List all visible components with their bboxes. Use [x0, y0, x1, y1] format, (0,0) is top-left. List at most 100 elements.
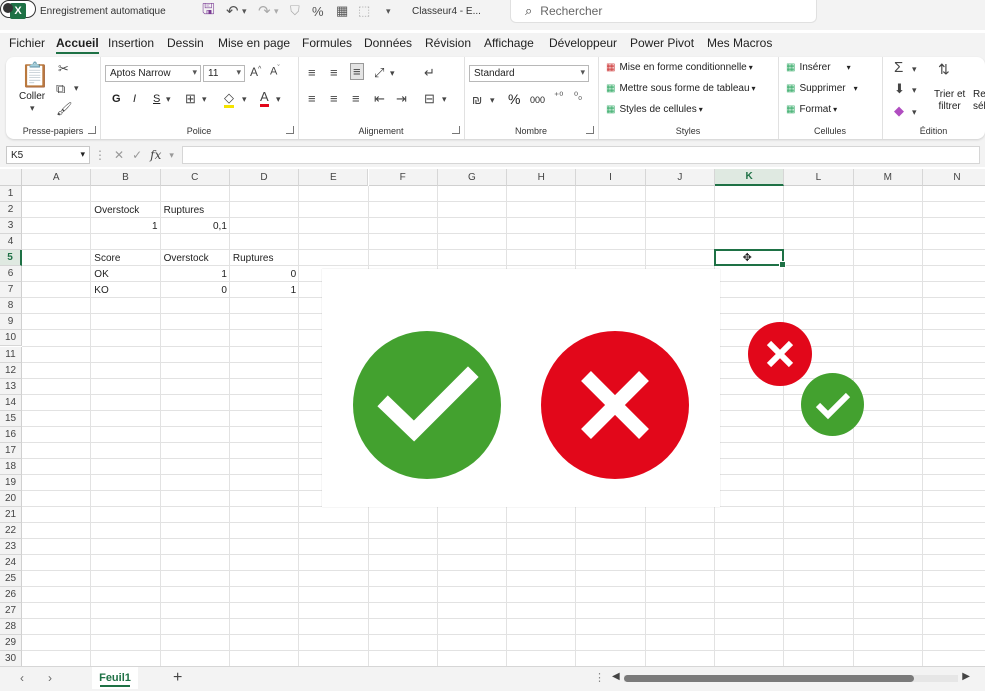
row-header-16[interactable]: 16 — [0, 426, 22, 443]
accounting-format-icon[interactable]: ₪ — [472, 93, 482, 107]
tab-power-pivot[interactable]: Power Pivot — [630, 36, 694, 50]
column-header-i[interactable]: I — [576, 169, 646, 186]
orientation-dropdown-icon[interactable]: ▾ — [390, 68, 395, 79]
underline-dropdown-icon[interactable]: ▾ — [166, 94, 171, 105]
scroll-thumb[interactable] — [624, 675, 914, 682]
align-left-icon[interactable]: ≡ — [308, 91, 316, 106]
fill-handle[interactable] — [779, 261, 787, 269]
percent-button[interactable]: % — [508, 91, 520, 107]
row-header-12[interactable]: 12 — [0, 362, 22, 379]
tab-revision[interactable]: Révision — [425, 36, 471, 50]
column-header-b[interactable]: B — [91, 169, 161, 186]
sort-filter-icon[interactable]: ⇅ — [938, 61, 950, 78]
merge-center-icon[interactable]: ⊟ — [424, 91, 435, 107]
clipboard-launcher[interactable] — [88, 126, 96, 134]
cell-b7[interactable]: KO — [91, 282, 160, 298]
fill-color-icon[interactable]: ◇ — [224, 91, 234, 108]
select-all-corner[interactable] — [0, 169, 22, 186]
cell-d5[interactable]: Ruptures — [230, 250, 299, 266]
column-header-d[interactable]: D — [229, 169, 300, 186]
increase-font-icon[interactable]: A^ — [250, 65, 261, 79]
scroll-right-icon[interactable]: ▶ — [962, 671, 970, 682]
row-header-22[interactable]: 22 — [0, 523, 22, 540]
row-header-10[interactable]: 10 — [0, 330, 22, 347]
merge-dropdown-icon[interactable]: ▾ — [442, 94, 447, 105]
borders-icon[interactable]: ⊞ — [185, 91, 196, 107]
row-header-5[interactable]: 5 — [0, 250, 22, 267]
row-header-4[interactable]: 4 — [0, 234, 22, 251]
column-header-l[interactable]: L — [784, 169, 854, 186]
tab-donnees[interactable]: Données — [364, 36, 412, 50]
add-sheet-button[interactable]: + — [173, 669, 182, 687]
thousands-button[interactable]: 000 — [530, 95, 545, 105]
paste-button[interactable]: Coller — [19, 91, 45, 102]
fill-dropdown-icon[interactable]: ▾ — [912, 85, 917, 96]
align-bottom-icon[interactable]: ≡ — [350, 63, 364, 80]
row-header-8[interactable]: 8 — [0, 298, 22, 315]
formula-input[interactable] — [182, 146, 980, 164]
inserted-picture[interactable] — [322, 269, 720, 507]
cancel-icon[interactable]: ✕ — [114, 148, 124, 162]
delete-cells-button[interactable]: ▦ Supprimer ▾ — [786, 83, 858, 94]
row-header-7[interactable]: 7 — [0, 282, 22, 299]
number-launcher[interactable] — [586, 126, 594, 134]
column-header-g[interactable]: G — [437, 169, 508, 186]
undo-icon[interactable]: ↶ — [226, 0, 239, 22]
scroll-left-icon[interactable]: ◀ — [612, 671, 620, 682]
font-color-dropdown-icon[interactable]: ▾ — [276, 94, 281, 105]
fill-icon[interactable]: ⬇ — [894, 81, 905, 97]
increase-decimal-icon[interactable]: ⁺⁰ — [554, 91, 563, 102]
row-header-3[interactable]: 3 — [0, 218, 22, 235]
copy-icon[interactable]: ⧉ — [56, 81, 65, 97]
row-header-14[interactable]: 14 — [0, 394, 22, 411]
cell-d7[interactable]: 1 — [230, 282, 299, 298]
alignment-launcher[interactable] — [452, 126, 460, 134]
number-format-combo[interactable]: Standard ▾ — [469, 65, 589, 82]
next-sheet-icon[interactable]: › — [48, 671, 52, 685]
cut-icon[interactable]: ✂ — [58, 61, 69, 77]
cell-c5[interactable]: Overstock — [161, 250, 230, 266]
conditional-formatting-button[interactable]: ▦ Mise en forme conditionnelle ▾ — [606, 62, 753, 73]
align-top-icon[interactable]: ≡ — [308, 65, 316, 80]
copy-dropdown-icon[interactable]: ▾ — [74, 83, 79, 94]
insert-cells-button[interactable]: ▦ Insérer ▾ — [786, 62, 851, 73]
font-launcher[interactable] — [286, 126, 294, 134]
format-as-table-button[interactable]: ▦ Mettre sous forme de tableau ▾ — [606, 83, 756, 94]
paste-icon[interactable]: 📋 — [20, 61, 50, 90]
active-cell-selection[interactable]: ✥ — [714, 249, 787, 269]
format-painter-icon[interactable]: 🖌 — [56, 101, 73, 117]
autosum-icon[interactable]: Σ — [894, 59, 903, 76]
increase-indent-icon[interactable]: ⇥ — [396, 91, 407, 107]
tab-mise-en-page[interactable]: Mise en page — [218, 36, 290, 50]
sort-filter-button[interactable]: Trier et filtrer — [934, 89, 965, 113]
column-header-a[interactable]: A — [22, 169, 92, 186]
enter-icon[interactable]: ✓ — [132, 148, 142, 162]
tab-insertion[interactable]: Insertion — [108, 36, 154, 50]
font-name-combo[interactable]: Aptos Narrow ▾ — [105, 65, 201, 82]
row-header-25[interactable]: 25 — [0, 571, 22, 588]
cell-c7[interactable]: 0 — [161, 282, 230, 298]
horizontal-scrollbar[interactable]: ◀ ▶ — [610, 671, 972, 684]
row-header-27[interactable]: 27 — [0, 603, 22, 620]
cell-b5[interactable]: Score — [91, 250, 160, 266]
tab-fichier[interactable]: Fichier — [9, 36, 45, 50]
tab-developpeur[interactable]: Développeur — [549, 36, 617, 50]
tab-mes-macros[interactable]: Mes Macros — [707, 36, 772, 50]
column-header-e[interactable]: E — [299, 169, 369, 186]
cell-c3[interactable]: 0,1 — [161, 218, 230, 234]
small-green-check-icon[interactable] — [801, 373, 864, 436]
table-quick-icon[interactable]: ▦ — [336, 0, 348, 22]
align-middle-icon[interactable]: ≡ — [330, 65, 338, 80]
row-header-21[interactable]: 21 — [0, 507, 22, 524]
borders-dropdown-icon[interactable]: ▾ — [202, 94, 207, 105]
column-header-f[interactable]: F — [368, 169, 438, 186]
row-header-20[interactable]: 20 — [0, 490, 22, 507]
redo-icon[interactable]: ↷ — [258, 0, 271, 22]
save-icon[interactable]: 🖫 — [202, 0, 215, 22]
column-header-h[interactable]: H — [507, 169, 577, 186]
autosum-dropdown-icon[interactable]: ▾ — [912, 64, 917, 75]
column-header-n[interactable]: N — [922, 169, 985, 186]
bold-button[interactable]: G — [112, 93, 121, 105]
column-header-m[interactable]: M — [853, 169, 923, 186]
cell-c6[interactable]: 1 — [161, 266, 230, 282]
